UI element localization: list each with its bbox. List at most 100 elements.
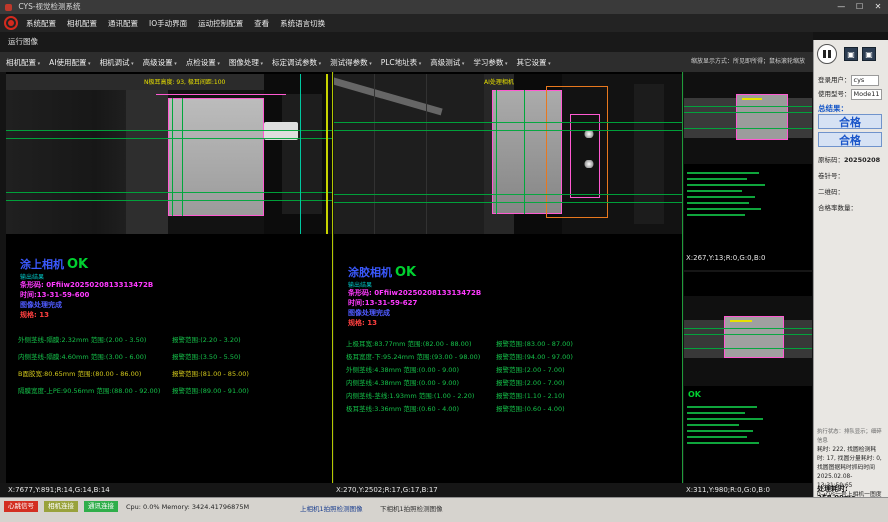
tab-spot-check[interactable]: 点检设置 bbox=[186, 57, 220, 68]
login-user-value[interactable]: cys bbox=[851, 75, 879, 86]
tab-advanced-test[interactable]: 高级测试 bbox=[430, 57, 464, 68]
camera-image-left[interactable]: N极耳高度: 93, 极耳间距:100 bbox=[6, 74, 332, 234]
tab-camera-debug[interactable]: 相机调试 bbox=[100, 57, 134, 68]
measurement-row: 内侧茎线-茎线:1.93mm 范围:(1.00 - 2.20)报警范围:(1.1… bbox=[346, 390, 680, 403]
camera-view-left[interactable]: N极耳高度: 93, 极耳间距:100 涂上相机OK 输出结果 条形码: 0Ff… bbox=[6, 72, 332, 483]
cpu-memory-text: Cpu: 0.0% Memory: 3424.41796875M bbox=[126, 503, 249, 511]
result-ok-small-bottom: OK bbox=[688, 390, 701, 399]
run-image-label: 运行图像 bbox=[8, 36, 38, 47]
measurement-row: 内侧茎线-隔膜:4.60mm 范围:(3.00 - 6.00)报警范围:(3.5… bbox=[18, 351, 330, 368]
comm-connect-badge: 通讯连接 bbox=[84, 501, 118, 512]
menu-camera-config[interactable]: 相机配置 bbox=[67, 18, 97, 29]
camera-image-middle[interactable]: AI处理相机 bbox=[334, 74, 682, 234]
zoom-hint-text: 缩放显示方式：所见即所得；鼠标滚轮缩放 bbox=[691, 59, 809, 66]
close-button[interactable]: ✕ bbox=[870, 0, 886, 14]
login-user-label: 登录用户： bbox=[818, 76, 851, 84]
tab-calibration-params[interactable]: 标定调试参数 bbox=[272, 57, 321, 68]
view-divider bbox=[332, 72, 333, 483]
stats-header: 执行状态：排队显示；细碎信息 bbox=[817, 428, 887, 446]
model-row: 使用型号：Mode11 bbox=[818, 88, 882, 100]
minimize-button[interactable]: — bbox=[833, 0, 849, 14]
result-badge-2: 合格 bbox=[818, 132, 882, 147]
batch-code-label: 原标码： bbox=[818, 156, 844, 164]
camera-image-small-top[interactable] bbox=[684, 72, 812, 164]
tab-image-processing[interactable]: 图像处理 bbox=[229, 57, 263, 68]
status-bar: 心跳信号 相机连接 通讯连接 Cpu: 0.0% Memory: 3424.41… bbox=[0, 497, 888, 522]
camera-capture-2-button[interactable]: ▣ bbox=[862, 47, 876, 61]
tab-learning-params[interactable]: 学习参数 bbox=[473, 57, 507, 68]
measurement-row: 极耳茎线:3.36mm 范围:(0.60 - 4.00)报警范围:(0.60 -… bbox=[346, 403, 680, 416]
menu-bar: 系统配置 相机配置 通讯配置 IO手动界面 运动控制配置 查看 系统语言切换 bbox=[0, 14, 888, 32]
login-user-row: 登录用户：cys bbox=[818, 74, 879, 86]
camera-view-small-top[interactable]: X:267,Y:13;R:0,G:0,B:0 bbox=[684, 72, 812, 270]
camera-view-small-bottom[interactable]: OK bbox=[684, 272, 812, 483]
measurement-list-left: 外侧茎线-隔膜:2.32mm 范围:(2.00 - 3.50)报警范围:(2.2… bbox=[18, 334, 330, 402]
tab-strip: 相机配置 AI使用配置 相机调试 高级设置 点检设置 图像处理 标定调试参数 测… bbox=[0, 52, 813, 72]
camera-image-small-bottom[interactable] bbox=[684, 296, 812, 386]
qr-code-label: 二维码： bbox=[818, 186, 844, 196]
time-text-left: 时间:13-31-59-600 bbox=[20, 290, 89, 300]
menu-comm-config[interactable]: 通讯配置 bbox=[108, 18, 138, 29]
tab-height-label: N极耳高度: 93, 极耳间距:100 bbox=[144, 77, 225, 86]
tab-plc-address[interactable]: PLC地址表 bbox=[381, 57, 422, 68]
measurement-row-warning: B面胶宽:80.65mm 范围:(80.00 - 86.00)报警范围:(81.… bbox=[18, 368, 330, 385]
maximize-button[interactable]: ☐ bbox=[852, 0, 868, 14]
result-ok-left: OK bbox=[67, 257, 88, 272]
tab-other-settings[interactable]: 其它设置 bbox=[517, 57, 551, 68]
view-divider bbox=[682, 72, 683, 483]
menu-io-manual[interactable]: IO手动界面 bbox=[149, 18, 187, 29]
model-label: 使用型号： bbox=[818, 90, 851, 98]
capture-top-label[interactable]: 上相机1拍照检测图像 bbox=[300, 503, 363, 513]
subheader: 运行图像 bbox=[0, 32, 813, 52]
tab-ai-config[interactable]: AI使用配置 bbox=[49, 57, 90, 68]
coords-middle: X:270,Y:2502;R:17,G:17,B:17 bbox=[336, 486, 438, 494]
result-title-middle: 涂胶相机OK bbox=[348, 264, 416, 280]
menu-system-config[interactable]: 系统配置 bbox=[26, 18, 56, 29]
coords-small-bottom: X:311,Y:980;R:0,G:0,B:0 bbox=[686, 486, 770, 494]
measurement-row: 外侧茎线:4.38mm 范围:(0.00 - 9.00)报警范围:(2.00 -… bbox=[346, 364, 680, 377]
tab-advanced-settings[interactable]: 高级设置 bbox=[143, 57, 177, 68]
pause-button[interactable] bbox=[817, 44, 837, 64]
result-lines-small-bottom bbox=[684, 402, 812, 444]
time-text-middle: 时间:13-31-59-627 bbox=[348, 298, 417, 308]
camera-connect-badge: 相机连接 bbox=[44, 501, 78, 512]
camera-capture-1-button[interactable]: ▣ bbox=[844, 47, 858, 61]
measurement-row: 隔膜宽度-上PE:90.56mm 范围:(88.00 - 92.00)报警范围:… bbox=[18, 385, 330, 402]
stats-line: 耗时: 222, 找圆检测耗 bbox=[817, 446, 887, 455]
menu-language-switch[interactable]: 系统语言切换 bbox=[280, 18, 325, 29]
coordinate-strip: X:7677,Y:891;R:14,G:14,B:14 X:270,Y:2502… bbox=[0, 483, 813, 497]
pass-count-label: 合格率数量： bbox=[818, 202, 857, 212]
result-badge-1: 合格 bbox=[818, 114, 882, 129]
measurement-row: 上极耳宽:83.77mm 范围:(82.00 - 88.00)报警范围:(83.… bbox=[346, 338, 680, 351]
barcode-text-middle: 条形码: 0Ffiiw2025020813313472B bbox=[348, 288, 481, 298]
tab-test-params[interactable]: 测试得参数 bbox=[330, 57, 372, 68]
camera-view-middle[interactable]: AI处理相机 涂胶相机OK 输出结果 条形码: 0Ffiiw2025020813… bbox=[334, 72, 682, 483]
app-logo bbox=[4, 16, 18, 30]
measurement-list-middle: 上极耳宽:83.77mm 范围:(82.00 - 88.00)报警范围:(83.… bbox=[346, 338, 680, 416]
coords-small-top: X:267,Y:13;R:0,G:0,B:0 bbox=[686, 254, 765, 262]
stats-line: 找圆图据耗时抓码时间 bbox=[817, 464, 887, 473]
app-window: CYS-视觉检测系统 — ☐ ✕ 系统配置 相机配置 通讯配置 IO手动界面 运… bbox=[0, 0, 888, 522]
result-ok-middle: OK bbox=[395, 265, 416, 280]
measurement-row: 外侧茎线-隔膜:2.32mm 范围:(2.00 - 3.50)报警范围:(2.2… bbox=[18, 334, 330, 351]
spec-text-middle: 规格: 13 bbox=[348, 318, 377, 328]
title-bar: CYS-视觉检测系统 — ☐ ✕ bbox=[0, 0, 888, 14]
model-value[interactable]: Mode11 bbox=[851, 89, 883, 100]
menu-motion-config[interactable]: 运动控制配置 bbox=[198, 18, 243, 29]
status-text-middle: 图像处理完成 bbox=[348, 308, 390, 318]
capture-bottom-label[interactable]: 下相机1拍照检测图像 bbox=[380, 503, 443, 513]
measurement-row: 极耳宽度-下:95.24mm 范围:(93.00 - 98.00)报警范围:(9… bbox=[346, 351, 680, 364]
app-icon bbox=[5, 4, 12, 11]
result-title-left: 涂上相机OK bbox=[20, 256, 88, 272]
stats-line: 时: 17, 找圆分量耗时: 0, bbox=[817, 455, 887, 464]
window-title: CYS-视觉检测系统 bbox=[18, 2, 80, 11]
small-view-column: X:267,Y:13;R:0,G:0,B:0 OK bbox=[684, 72, 812, 483]
menu-view[interactable]: 查看 bbox=[254, 18, 269, 29]
right-panel: ▣ ▣ 登录用户：cys 使用型号：Mode11 总结果： 合格 合格 原标码：… bbox=[813, 40, 888, 522]
tab-camera-config[interactable]: 相机配置 bbox=[6, 57, 40, 68]
total-result-label: 总结果： bbox=[818, 103, 848, 114]
spec-text-left: 规格: 13 bbox=[20, 310, 49, 320]
barcode-text-left: 条形码: 0Ffiiw2025020813313472B bbox=[20, 280, 153, 290]
coords-left: X:7677,Y:891;R:14,G:14,B:14 bbox=[8, 486, 110, 494]
batch-code-value: 20250208 bbox=[844, 156, 880, 164]
